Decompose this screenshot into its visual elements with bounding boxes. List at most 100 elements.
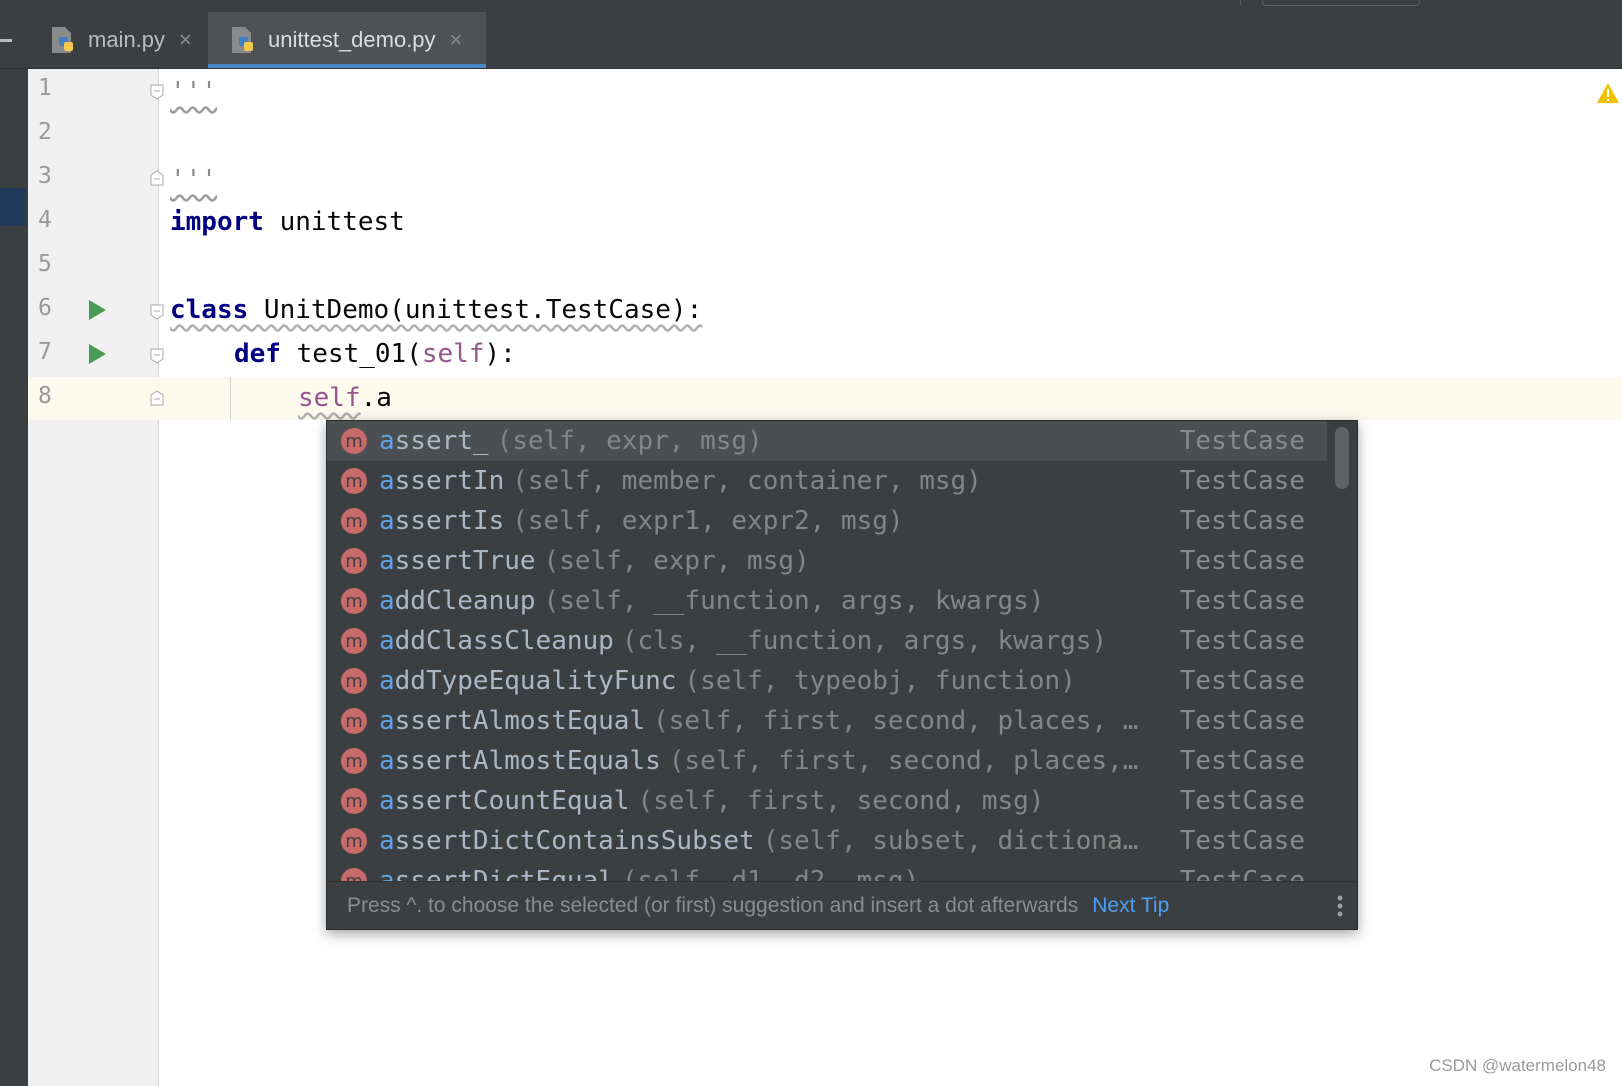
tab-main-py[interactable]: main.py × [48,12,218,68]
warning-icon[interactable] [1596,82,1620,104]
indent-guide [230,377,231,420]
code-line-1[interactable]: ''' [170,72,217,112]
tool-window-strip [0,69,28,1086]
completion-name: assertCountEqual [379,786,629,816]
match-highlight: a [379,426,395,456]
completion-item[interactable]: m assertIs (self, expr1, expr2, msg) TestCa… [327,501,1327,541]
scrollbar-thumb[interactable] [1335,427,1349,489]
fold-start-icon[interactable] [150,348,164,364]
completion-params: (self, __function, args, kwargs) [543,586,1045,616]
keyword: class [170,295,249,325]
code-text: .a [360,383,392,413]
close-icon[interactable]: × [179,27,192,53]
line-number: 2 [38,119,52,145]
completion-item[interactable]: m assertTrue (self, expr, msg) TestCase [327,541,1327,581]
match-highlight: a [379,466,395,496]
keyword: def [234,339,281,369]
completion-item[interactable]: m assertAlmostEqual (self, first, second, … [327,701,1327,741]
collapse-indicator[interactable] [0,39,12,42]
completion-list[interactable]: m assert_ (self, expr, msg) TestCase m assert… [327,421,1327,881]
fold-end-icon[interactable] [150,390,164,406]
completion-name-rest: ddTypeEqualityFunc [394,666,677,696]
completion-item[interactable]: m addClassCleanup (cls, __function, args, … [327,621,1327,661]
popup-scrollbar[interactable] [1327,421,1357,881]
completion-item[interactable]: m assert_ (self, expr, msg) TestCase [327,421,1327,461]
completion-name: assertAlmostEqual [379,706,645,736]
tab-label: main.py [88,27,166,52]
code-text: unittest [263,207,405,237]
line-number: 6 [38,295,52,321]
method-icon: m [341,868,367,881]
code-line-3[interactable]: ''' [170,160,217,200]
completion-item[interactable]: m assertDictEqual (self, d1, d2, msg) TestC… [327,861,1327,881]
method-icon: m [341,628,367,654]
match-highlight: a [379,866,395,881]
completion-name: assertIn [379,466,504,496]
code-line-6[interactable]: class UnitDemo(unittest.TestCase): [170,290,702,330]
completion-item[interactable]: m assertDictContainsSubset (self, subset, … [327,821,1327,861]
match-highlight: a [379,586,395,616]
match-highlight: a [379,626,395,656]
completion-type: TestCase [1179,826,1305,856]
completion-name-rest: ddCleanup [394,586,536,616]
completion-item[interactable]: m assertAlmostEquals (self, first, second,… [327,741,1327,781]
method-icon: m [341,708,367,734]
completion-tip-bar: Press ^. to choose the selected (or firs… [327,881,1357,929]
next-tip-link[interactable]: Next Tip [1092,894,1169,918]
line-number: 3 [38,163,52,189]
code-line-8[interactable]: self.a [298,378,392,418]
completion-item[interactable]: m assertCountEqual (self, first, second, m… [327,781,1327,821]
completion-name-rest: ssertCountEqual [394,786,630,816]
more-options-icon[interactable] [1337,894,1343,918]
completion-type: TestCase [1179,706,1305,736]
completion-name-rest: ssertTrue [394,546,536,576]
run-test-icon[interactable] [86,343,108,365]
close-icon[interactable]: × [450,27,463,53]
completion-params: (self, subset, dictiona… [762,826,1139,856]
toolbar-field[interactable] [1262,0,1420,6]
completion-hint: Press ^. to choose the selected (or firs… [347,894,1079,917]
python-file-icon [52,27,73,53]
line-number: 4 [38,207,52,233]
active-tool-marker[interactable] [0,188,26,226]
code-line-7[interactable]: def test_01(self): [234,334,516,374]
match-highlight: a [379,746,395,776]
completion-name-rest: ssertIs [394,506,505,536]
code-completion-popup: m assert_ (self, expr, msg) TestCase m assert… [326,420,1358,930]
completion-name-rest: ssertAlmostEqual [394,706,646,736]
method-icon: m [341,508,367,534]
fold-start-icon[interactable] [150,84,164,100]
run-test-icon[interactable] [86,299,108,321]
completion-name-rest: ssert_ [394,426,489,456]
completion-name-rest: ssertDictEqual [394,866,614,881]
completion-item[interactable]: m addTypeEqualityFunc (self, typeobj, func… [327,661,1327,701]
completion-params: (self, first, second, places, … [653,706,1139,736]
match-highlight: a [379,546,395,576]
match-highlight: a [379,786,395,816]
completion-params: (cls, __function, args, kwargs) [621,626,1108,656]
tab-unittest-demo-py[interactable]: unittest_demo.py × [208,12,486,68]
method-icon: m [341,468,367,494]
completion-params: (self, expr, msg) [496,426,763,456]
completion-item[interactable]: m addCleanup (self, __function, args, kwar… [327,581,1327,621]
completion-type: TestCase [1179,786,1305,816]
fold-end-icon[interactable] [150,170,164,186]
completion-type: TestCase [1179,506,1305,536]
completion-type: TestCase [1179,866,1305,881]
completion-type: TestCase [1179,626,1305,656]
code-line-4[interactable]: import unittest [170,202,405,242]
self-param: self [421,339,485,369]
watermark: CSDN @watermelon48 [1429,1056,1606,1075]
completion-name: assert_ [379,426,489,456]
method-icon: m [341,828,367,854]
completion-item[interactable]: m assertIn (self, member, container, msg) T… [327,461,1327,501]
completion-type: TestCase [1179,586,1305,616]
completion-name: assertIs [379,506,504,536]
method-icon: m [341,428,367,454]
match-highlight: a [379,666,395,696]
completion-params: (self, expr1, expr2, msg) [512,506,904,536]
completion-name: addTypeEqualityFunc [379,666,676,696]
completion-name-rest: ssertAlmostEquals [394,746,661,776]
completion-type: TestCase [1179,466,1305,496]
fold-start-icon[interactable] [150,304,164,320]
